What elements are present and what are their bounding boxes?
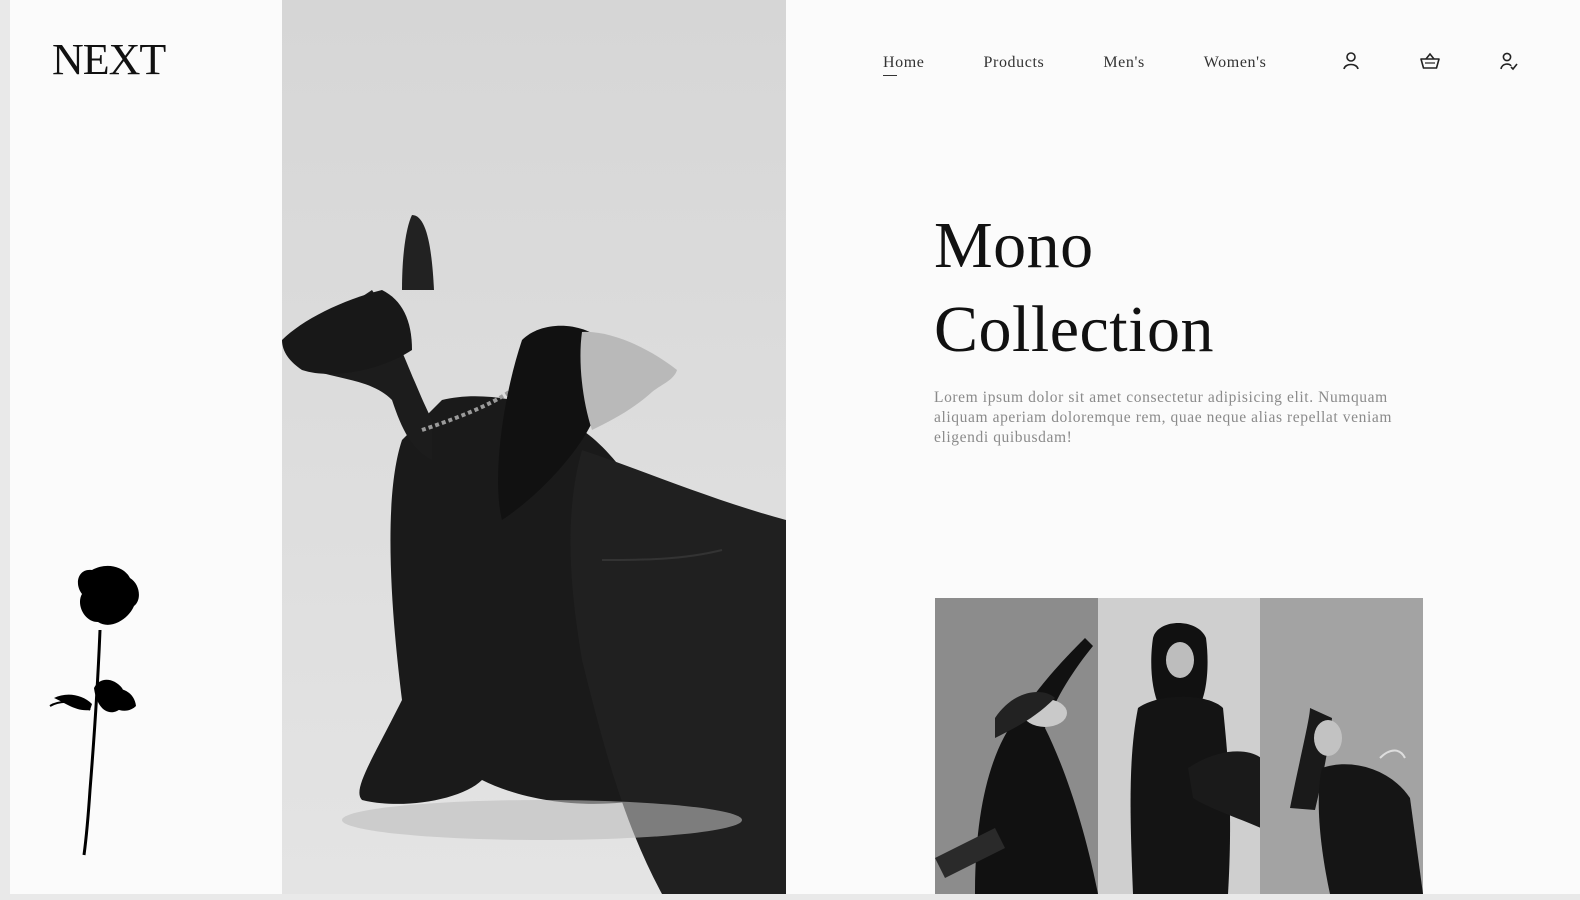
nav-products-link[interactable]: Products: [984, 54, 1045, 72]
hero-description: Lorem ipsum dolor sit amet consectetur a…: [934, 389, 1393, 446]
hero-photo: [282, 0, 786, 894]
hero-title: Mono Collection: [934, 204, 1214, 372]
basket-icon[interactable]: [1419, 50, 1441, 72]
hero-title-line-2: Collection: [934, 293, 1214, 366]
gallery-item-1[interactable]: [935, 598, 1098, 894]
hero-title-line-1: Mono: [934, 209, 1094, 282]
gallery-item-2[interactable]: [1097, 598, 1261, 894]
model-photo-2: [1097, 598, 1261, 894]
rose-illustration: [49, 565, 139, 856]
nav-icon-group: [1340, 50, 1577, 72]
model-photo-3: [1260, 598, 1423, 894]
gallery-item-3[interactable]: [1260, 598, 1423, 894]
main-nav: Home Products Men's Women's: [883, 54, 1325, 76]
woman-with-doberman-image: [282, 0, 786, 894]
brand-logo[interactable]: NEXT: [52, 38, 166, 82]
collection-gallery: [935, 598, 1423, 894]
user-icon[interactable]: [1340, 50, 1362, 72]
model-photo-1: [935, 598, 1098, 894]
nav-mens-link[interactable]: Men's: [1103, 54, 1144, 72]
page: NEXT Home Products Men's Women's Mono Co…: [10, 0, 1580, 894]
nav-womens-link[interactable]: Women's: [1204, 54, 1267, 72]
nav-home-link[interactable]: Home: [883, 54, 925, 76]
user-check-icon[interactable]: [1498, 50, 1520, 72]
